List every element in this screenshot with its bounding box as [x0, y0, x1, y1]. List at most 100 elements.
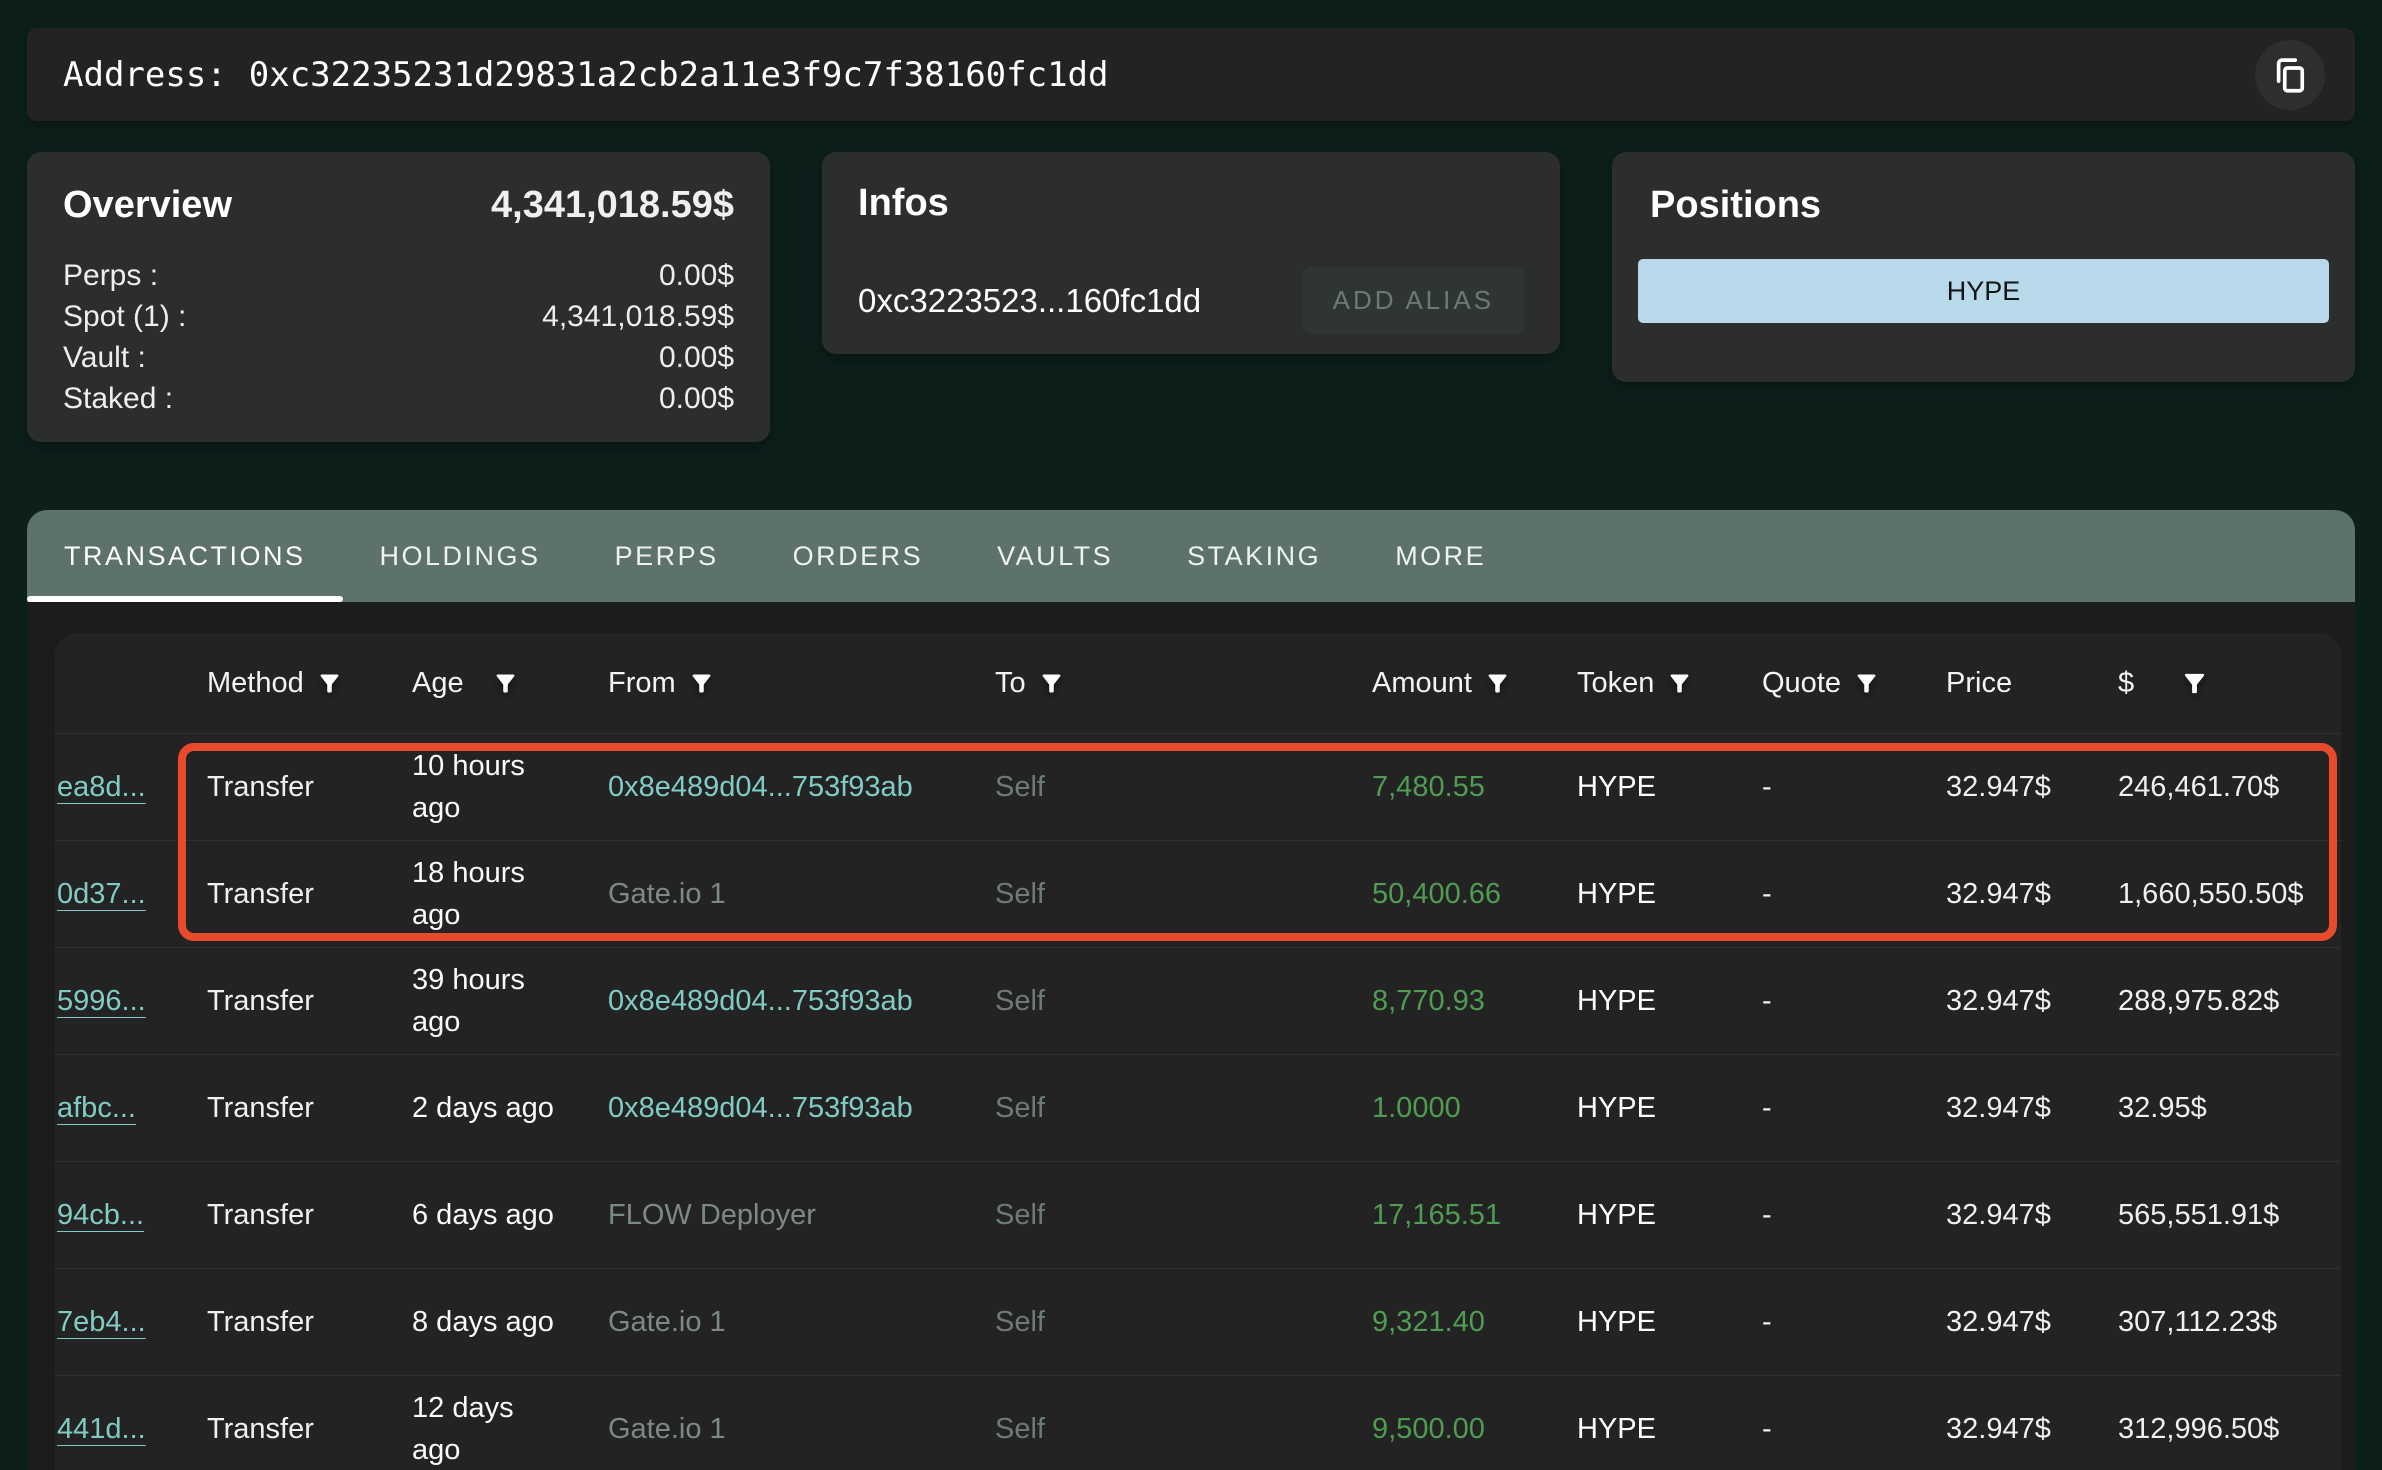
infos-title: Infos: [858, 182, 1524, 225]
tab-perps[interactable]: PERPS: [578, 510, 756, 602]
overview-card: Overview 4,341,018.59$ Perps : 0.00$ Spo…: [27, 152, 770, 442]
price-cell: 32.947$: [1946, 985, 2118, 1018]
amount-cell: 8,770.93: [1372, 985, 1577, 1018]
usd-cell: 288,975.82$: [2118, 985, 2341, 1018]
tab-vaults[interactable]: VAULTS: [960, 510, 1150, 602]
tx-hash-link[interactable]: 7eb4...: [57, 1306, 146, 1338]
filter-icon[interactable]: [2180, 669, 2209, 698]
token-cell: HYPE: [1577, 1092, 1762, 1125]
col-quote-label: Quote: [1762, 667, 1841, 700]
tab-more[interactable]: MORE: [1358, 510, 1523, 602]
copy-icon: [2269, 54, 2311, 96]
tx-hash-link[interactable]: ea8d...: [57, 771, 146, 803]
price-cell: 32.947$: [1946, 1092, 2118, 1125]
quote-cell: -: [1762, 1199, 1946, 1232]
tx-hash-link[interactable]: 0d37...: [57, 878, 146, 910]
token-cell: HYPE: [1577, 1199, 1762, 1232]
from-address-link[interactable]: 0x8e489d04...753f93ab: [608, 985, 913, 1017]
tab-staking[interactable]: STAKING: [1150, 510, 1358, 602]
position-token-hype[interactable]: HYPE: [1638, 259, 2329, 323]
quote-cell: -: [1762, 878, 1946, 911]
from-address-link[interactable]: 0x8e489d04...753f93ab: [608, 771, 913, 803]
to-cell: Self: [995, 985, 1372, 1018]
tab-transactions[interactable]: TRANSACTIONS: [27, 510, 343, 602]
col-token: Token: [1577, 667, 1762, 700]
filter-icon[interactable]: [1484, 670, 1511, 697]
from-address-link[interactable]: 0x8e489d04...753f93ab: [608, 1092, 913, 1124]
filter-icon[interactable]: [492, 670, 519, 697]
method-cell: Transfer: [207, 878, 412, 911]
usd-cell: 1,660,550.50$: [2118, 878, 2341, 911]
method-cell: Transfer: [207, 1199, 412, 1232]
filter-icon[interactable]: [1666, 670, 1693, 697]
tx-hash-link[interactable]: afbc...: [57, 1092, 136, 1124]
tab-orders[interactable]: ORDERS: [756, 510, 961, 602]
filter-icon[interactable]: [1038, 670, 1065, 697]
infos-card: Infos 0xc3223523...160fc1dd ADD ALIAS: [822, 152, 1560, 354]
age-cell: 8 days ago: [412, 1301, 562, 1343]
summary-cards: Overview 4,341,018.59$ Perps : 0.00$ Spo…: [27, 152, 2355, 442]
to-cell: Self: [995, 771, 1372, 804]
col-to-label: To: [995, 667, 1026, 700]
col-age-label: Age: [412, 667, 464, 700]
usd-cell: 312,996.50$: [2118, 1413, 2341, 1446]
tab-holdings[interactable]: HOLDINGS: [343, 510, 578, 602]
add-alias-button[interactable]: ADD ALIAS: [1303, 267, 1524, 334]
usd-cell: 565,551.91$: [2118, 1199, 2341, 1232]
method-cell: Transfer: [207, 1306, 412, 1339]
table-row: 0d37... Transfer 18 hours ago Gate.io 1 …: [55, 840, 2341, 947]
usd-cell: 32.95$: [2118, 1092, 2341, 1125]
col-amount-label: Amount: [1372, 667, 1472, 700]
table-header-row: Method Age From To Amount Token: [55, 633, 2341, 733]
filter-icon[interactable]: [316, 670, 343, 697]
amount-cell: 1.0000: [1372, 1092, 1577, 1125]
col-quote: Quote: [1762, 667, 1946, 700]
tx-hash-link[interactable]: 94cb...: [57, 1199, 144, 1231]
staked-value: 0.00$: [659, 378, 734, 419]
age-cell: 18 hours ago: [412, 852, 562, 936]
address-label: Address:: [63, 55, 227, 95]
transactions-panel: Method Age From To Amount Token: [27, 602, 2355, 1470]
amount-cell: 17,165.51: [1372, 1199, 1577, 1232]
to-cell: Self: [995, 1092, 1372, 1125]
age-cell: 6 days ago: [412, 1194, 562, 1236]
price-cell: 32.947$: [1946, 878, 2118, 911]
age-cell: 39 hours ago: [412, 959, 562, 1043]
table-row: 441d... Transfer 12 days ago Gate.io 1 S…: [55, 1375, 2341, 1470]
to-cell: Self: [995, 1413, 1372, 1446]
transactions-table: Method Age From To Amount Token: [55, 633, 2341, 1470]
quote-cell: -: [1762, 1413, 1946, 1446]
to-cell: Self: [995, 1199, 1372, 1232]
method-cell: Transfer: [207, 1413, 412, 1446]
col-to: To: [995, 667, 1372, 700]
token-cell: HYPE: [1577, 985, 1762, 1018]
table-row: afbc... Transfer 2 days ago 0x8e489d04..…: [55, 1054, 2341, 1161]
amount-cell: 7,480.55: [1372, 771, 1577, 804]
filter-icon[interactable]: [1853, 670, 1880, 697]
overview-row-spot: Spot (1) : 4,341,018.59$: [63, 296, 734, 337]
tx-hash-link[interactable]: 441d...: [57, 1413, 146, 1445]
filter-icon[interactable]: [688, 670, 715, 697]
copy-address-button[interactable]: [2255, 40, 2325, 110]
col-usd: $: [2118, 667, 2341, 700]
from-label: Gate.io 1: [608, 1306, 726, 1338]
col-age: Age: [412, 667, 608, 700]
usd-cell: 307,112.23$: [2118, 1306, 2341, 1339]
col-from-label: From: [608, 667, 676, 700]
age-cell: 12 days ago: [412, 1387, 562, 1470]
price-cell: 32.947$: [1946, 1413, 2118, 1446]
spot-label: Spot (1) :: [63, 296, 186, 337]
quote-cell: -: [1762, 1092, 1946, 1125]
overview-row-vault: Vault : 0.00$: [63, 337, 734, 378]
from-label: Gate.io 1: [608, 878, 726, 910]
token-cell: HYPE: [1577, 878, 1762, 911]
tx-hash-link[interactable]: 5996...: [57, 985, 146, 1017]
method-cell: Transfer: [207, 1092, 412, 1125]
from-label: Gate.io 1: [608, 1413, 726, 1445]
quote-cell: -: [1762, 771, 1946, 804]
col-method: Method: [207, 667, 412, 700]
positions-title: Positions: [1650, 184, 2329, 227]
overview-total-value: 4,341,018.59$: [491, 184, 734, 227]
table-row: 7eb4... Transfer 8 days ago Gate.io 1 Se…: [55, 1268, 2341, 1375]
vault-label: Vault :: [63, 337, 146, 378]
